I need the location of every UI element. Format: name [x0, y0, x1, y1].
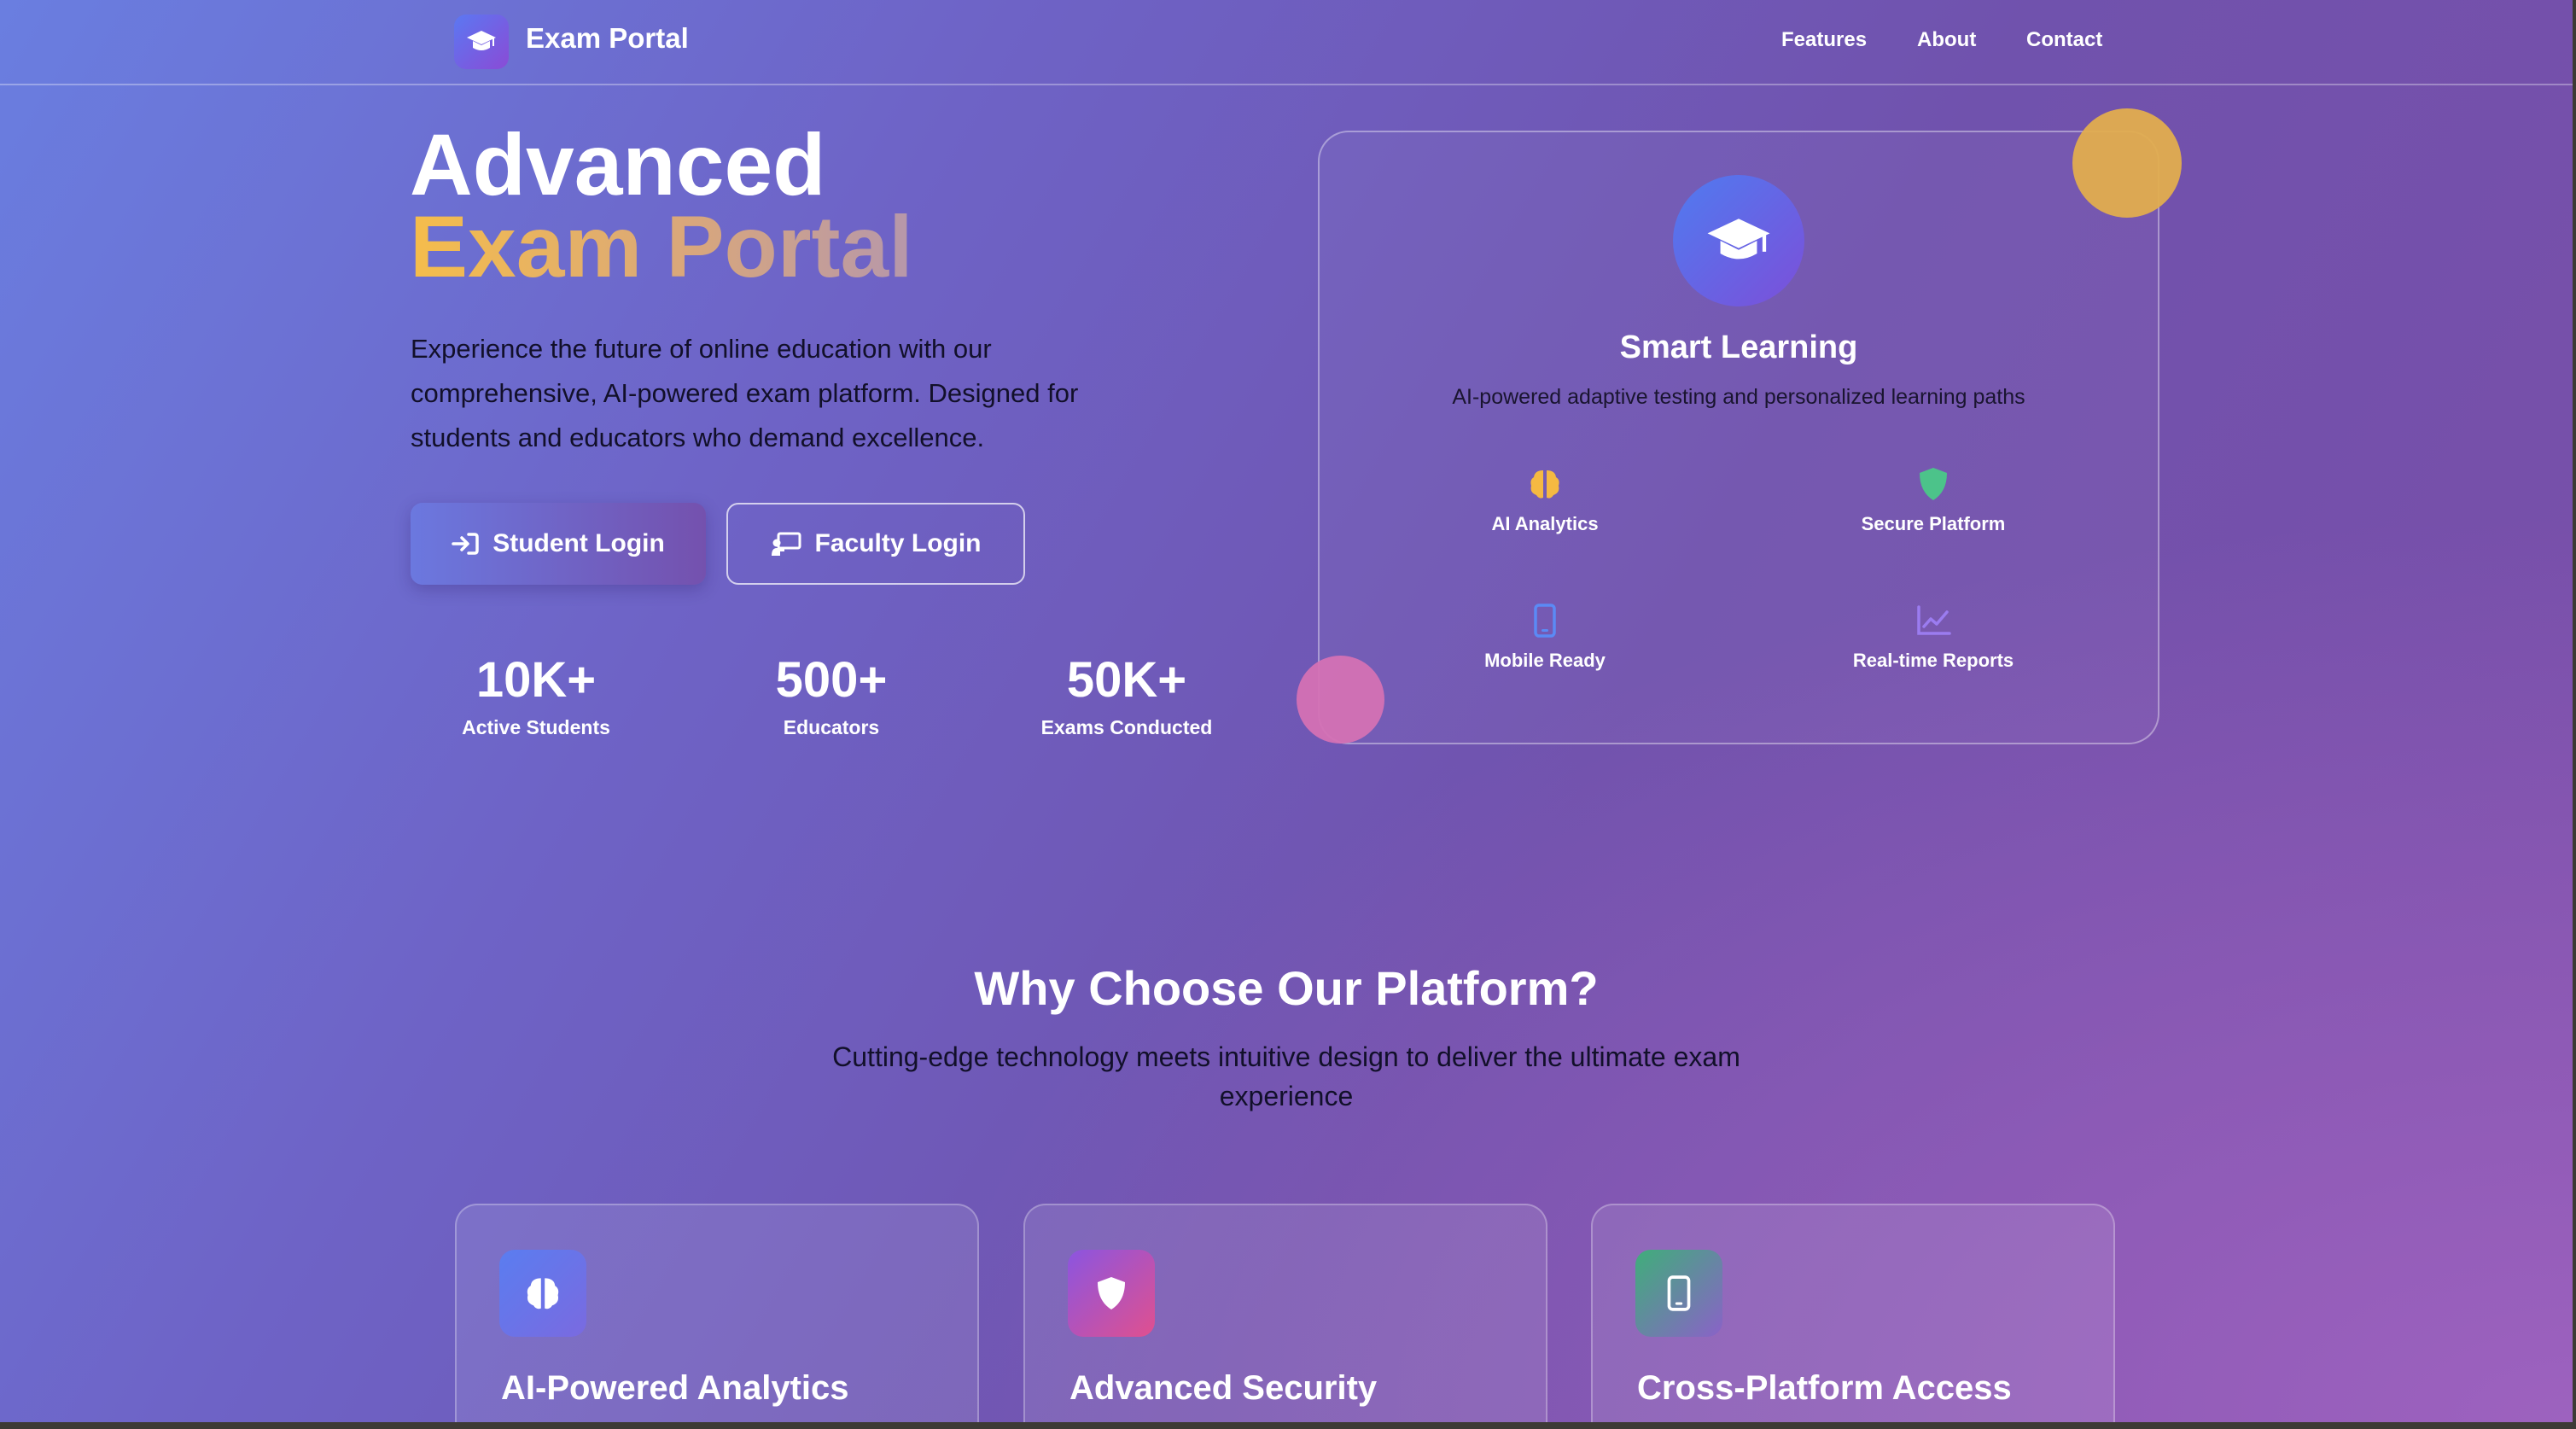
feature-label: Mobile Ready: [1484, 650, 1606, 671]
feature-card-cross-platform[interactable]: Cross-Platform Access: [1591, 1204, 2115, 1422]
stat-label: Active Students: [462, 716, 610, 738]
mobile-icon: [1391, 602, 1699, 639]
feature-card-advanced-security[interactable]: Advanced Security: [1023, 1204, 1547, 1422]
navbar: Exam Portal Features About Contact: [0, 0, 2573, 85]
shield-icon: [1068, 1250, 1155, 1337]
graduation-cap-icon[interactable]: [454, 15, 509, 69]
feature-label: AI Analytics: [1491, 513, 1599, 534]
nav-link-about[interactable]: About: [1917, 28, 1976, 52]
sign-in-icon: [452, 533, 479, 555]
decorative-circle-gold: [2072, 108, 2182, 218]
hero-description: Experience the future of online educatio…: [411, 334, 1079, 452]
mobile-icon: [1635, 1250, 1722, 1337]
chart-line-icon: [1780, 602, 2087, 639]
stat-value: 10K+: [475, 652, 597, 708]
feature-card-title: AI-Powered Analytics: [501, 1369, 849, 1407]
feature-label: Secure Platform: [1861, 513, 2006, 534]
hero-title-line2: Exam Portal: [410, 198, 913, 295]
brain-icon: [1391, 465, 1699, 503]
graduation-cap-icon: [1673, 175, 1804, 306]
section-title: Why Choose Our Platform?: [974, 961, 1599, 1015]
brand-name[interactable]: Exam Portal: [526, 22, 689, 55]
student-login-button[interactable]: Student Login: [411, 503, 706, 585]
card-title: Smart Learning: [1619, 330, 1858, 365]
feature-card-ai-analytics[interactable]: AI-Powered Analytics: [455, 1204, 979, 1422]
faculty-login-label: Faculty Login: [814, 529, 982, 557]
feature-card-title: Cross-Platform Access: [1637, 1369, 2012, 1407]
hero-title: Advanced Exam Portal: [410, 121, 913, 295]
stat-educators: 500+ Educators: [703, 646, 959, 740]
student-login-label: Student Login: [492, 529, 665, 557]
stat-exams-conducted: 50K+ Exams Conducted: [999, 646, 1255, 740]
chalkboard-teacher-icon: [771, 532, 801, 556]
feature-label: Real-time Reports: [1852, 650, 2014, 671]
stat-label: Educators: [783, 716, 880, 738]
stat-label: Exams Conducted: [1040, 716, 1213, 738]
shield-icon: [1780, 465, 2087, 503]
brain-icon: [499, 1250, 586, 1337]
nav-link-contact[interactable]: Contact: [2026, 28, 2102, 52]
stat-value: 50K+: [1066, 652, 1187, 708]
stat-active-students: 10K+ Active Students: [408, 646, 664, 740]
page: Exam Portal Features About Contact Advan…: [0, 0, 2573, 1422]
nav-link-features[interactable]: Features: [1781, 28, 1867, 52]
feature-secure-platform: Secure Platform: [1780, 465, 2087, 535]
feature-mobile-ready: Mobile Ready: [1391, 602, 1699, 672]
feature-ai-analytics: AI Analytics: [1391, 465, 1699, 535]
feature-card-title: Advanced Security: [1069, 1369, 1378, 1407]
stat-value: 500+: [775, 652, 888, 708]
section-subtitle: Cutting-edge technology meets intuitive …: [832, 1041, 1740, 1111]
decorative-circle-pink: [1297, 656, 1384, 744]
feature-real-time-reports: Real-time Reports: [1780, 602, 2087, 672]
card-subtitle: AI-powered adaptive testing and personal…: [1452, 385, 2025, 409]
faculty-login-button[interactable]: Faculty Login: [726, 503, 1025, 585]
